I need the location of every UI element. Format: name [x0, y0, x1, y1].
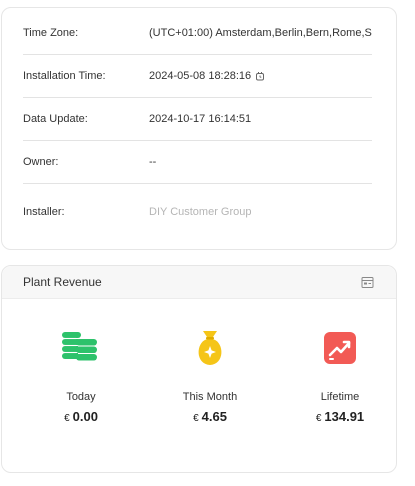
owner-row: Owner: -- [23, 141, 372, 184]
time-zone-value: (UTC+01:00) Amsterdam,Berlin,Bern,Rome,S… [149, 27, 372, 39]
calendar-icon[interactable] [361, 276, 374, 289]
owner-label: Owner: [23, 156, 59, 168]
installation-time-value: 2024-05-08 18:28:16 [149, 70, 252, 82]
coins-stack-icon [61, 328, 101, 368]
owner-value: -- [149, 156, 157, 168]
time-zone-row: Time Zone: (UTC+01:00) Amsterdam,Berlin,… [23, 12, 372, 55]
installer-value: DIY Customer Group [149, 205, 252, 218]
installation-time-row: Installation Time: 2024-05-08 18:28:16 [23, 55, 372, 98]
data-update-row: Data Update: 2024-10-17 16:14:51 [23, 98, 372, 141]
revenue-lifetime-label: Lifetime [320, 391, 360, 403]
currency-symbol: € [315, 413, 322, 424]
revenue-today: Today €0.00 [31, 328, 131, 424]
plant-revenue-title: Plant Revenue [23, 275, 102, 289]
money-bag-icon [190, 328, 230, 368]
data-update-label: Data Update: [23, 113, 88, 125]
revenue-today-amount: €0.00 [31, 409, 131, 424]
data-update-value: 2024-10-17 16:14:51 [149, 113, 252, 125]
installation-time-label: Installation Time: [23, 70, 106, 82]
revenue-this-month-value: 4.65 [201, 409, 227, 424]
time-zone-label: Time Zone: [23, 27, 79, 39]
currency-symbol: € [193, 413, 199, 424]
revenue-this-month-amount: €4.65 [160, 409, 260, 424]
plant-revenue-header: Plant Revenue [2, 266, 396, 299]
revenue-lifetime: Lifetime €134.91 [290, 328, 390, 424]
currency-symbol: € [64, 413, 70, 424]
revenue-lifetime-value: 134.91 [324, 409, 365, 424]
revenue-this-month-label: This Month [182, 391, 238, 403]
clock-icon[interactable] [255, 71, 265, 81]
trend-chart-icon [320, 328, 360, 368]
plant-info-card: Time Zone: (UTC+01:00) Amsterdam,Berlin,… [1, 7, 397, 250]
revenue-lifetime-amount: €134.91 [290, 409, 390, 424]
installer-row: Installer: DIY Customer Group [23, 190, 372, 233]
revenue-today-label: Today [66, 391, 96, 403]
revenue-today-value: 0.00 [72, 409, 98, 424]
plant-revenue-card: Plant Revenue Today € 0.00 This Month € … [1, 265, 397, 473]
installer-label: Installer: [23, 205, 65, 218]
installation-time-value-wrap: 2024-05-08 18:28:16 [149, 70, 372, 82]
revenue-this-month: This Month €4.65 [160, 328, 260, 424]
